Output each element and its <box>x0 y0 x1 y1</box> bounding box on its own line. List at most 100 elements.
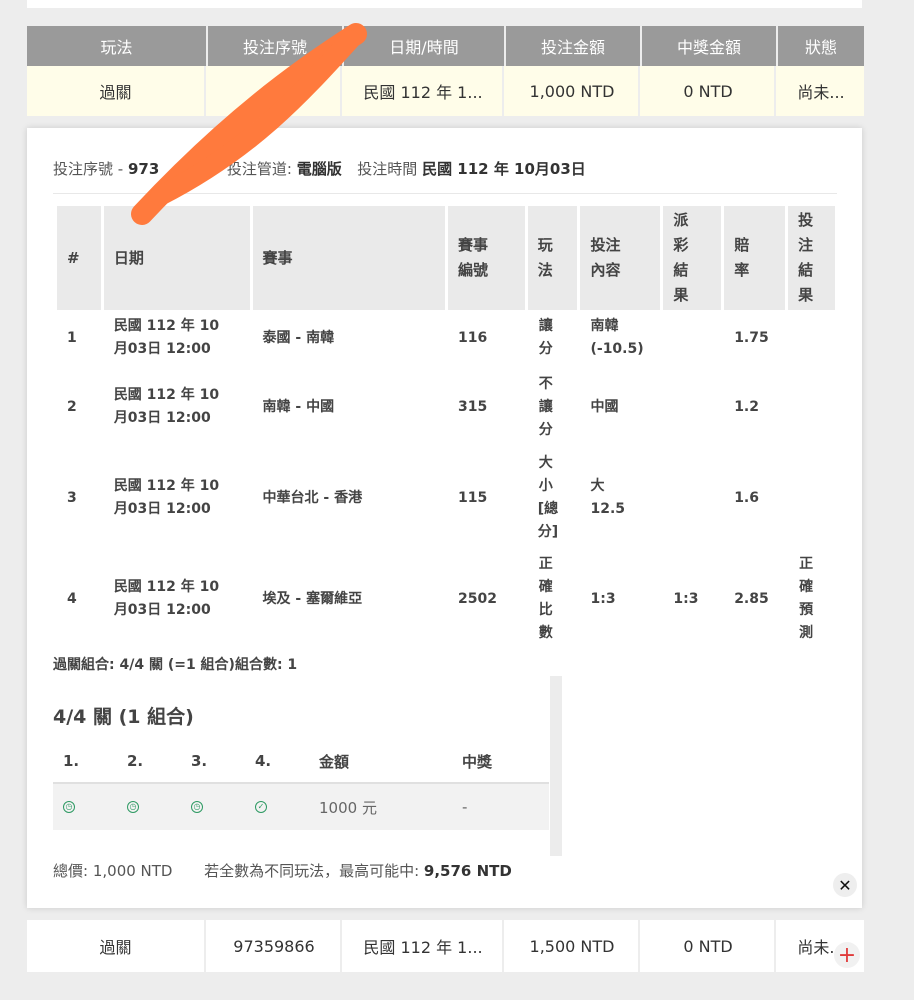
header-status: 狀態 <box>778 26 864 66</box>
leg-result <box>788 366 835 448</box>
bet-prize: 0 NTD <box>642 920 776 972</box>
combo-header-prize: 中獎 <box>462 752 493 771</box>
channel-label: 投注管道: <box>226 160 292 178</box>
leg-settle <box>663 448 721 548</box>
header-serial: 投注序號 <box>208 26 342 66</box>
leg-row: 2 民國 112 年 10月03日 12:00 南韓 - 中國 315 不讓分 … <box>57 366 835 448</box>
leg-header-pick: 投注內容 <box>580 206 661 310</box>
header-amount: 投注金額 <box>506 26 640 66</box>
leg-odds: 2.85 <box>734 590 769 607</box>
header-prize: 中獎金額 <box>642 26 776 66</box>
legs-header-row: # 日期 賽事 賽事編號 玩法 投注內容 派彩結果 賠率 投注結果 <box>57 206 835 310</box>
combo-header-leg-4: 4. <box>255 752 272 770</box>
combo-amount: 1000 元 <box>319 798 377 817</box>
leg-settle <box>663 310 721 366</box>
divider <box>53 193 837 194</box>
leg-row: 1 民國 112 年 10月03日 12:00 泰國 - 南韓 116 讓分 南… <box>57 310 835 366</box>
pending-icon: ◷ <box>63 801 75 813</box>
leg-header-no: # <box>57 206 101 310</box>
bet-type: 過關 <box>27 66 206 116</box>
leg-code: 115 <box>458 489 488 506</box>
leg-header-odds: 賠率 <box>724 206 786 310</box>
bet-status: 尚未... <box>778 66 864 116</box>
max-value: 9,576 NTD <box>423 862 512 880</box>
combo-summary: 過關組合: 4/4 關 (=1 組合)組合數: 1 <box>53 657 298 673</box>
leg-date: 民國 112 年 10月03日 12:00 <box>113 387 220 426</box>
bet-type: 過關 <box>27 920 206 972</box>
combo-header-amount: 金額 <box>319 752 350 771</box>
totals-line: 總價: 1,000 NTD 若全數為不同玩法，最高可能中: 9,576 NTD <box>53 860 512 881</box>
total-label: 總價: <box>53 862 89 880</box>
leg-result: 正確預測 <box>799 556 814 641</box>
leg-header-settle: 派彩結果 <box>663 206 722 310</box>
scrollbar[interactable] <box>550 676 562 856</box>
serial-value: 973 <box>127 160 160 178</box>
combo-header-leg-3: 3. <box>191 752 208 770</box>
leg-result <box>788 448 835 548</box>
leg-header-match: 賽事 <box>252 206 446 310</box>
leg-match: 埃及 - 塞爾維亞 <box>262 590 363 607</box>
leg-odds: 1.6 <box>734 489 759 506</box>
header-datetime: 日期/時間 <box>344 26 504 66</box>
expand-plus-icon[interactable]: + <box>834 942 860 968</box>
bet-serial: 97359866 <box>208 920 342 972</box>
max-label: 若全數為不同玩法，最高可能中: <box>204 862 420 880</box>
leg-no: 3 <box>67 489 77 506</box>
leg-header-code: 賽事編號 <box>448 206 525 310</box>
leg-pick: 大 12.5 <box>590 478 626 517</box>
leg-settle: 1:3 <box>673 590 699 607</box>
header-play-type: 玩法 <box>27 26 206 66</box>
bet-prize: 0 NTD <box>642 66 776 116</box>
leg-pick: 南韓 (-10.5) <box>590 318 644 357</box>
leg-no: 2 <box>67 398 77 415</box>
bet-amount: 1,000 NTD <box>506 66 640 116</box>
time-label: 投注時間 <box>357 160 418 178</box>
bet-serial: 9 0 <box>208 66 342 116</box>
combo-header-row: 1. 2. 3. 4. 金額 中獎 <box>53 740 549 784</box>
bet-info-line: 投注序號 - 973 投注管道: 電腦版 投注時間 民國 112 年 10月03… <box>53 158 586 179</box>
leg-match: 南韓 - 中國 <box>262 398 335 415</box>
leg-pick: 中國 <box>590 398 619 415</box>
leg-no: 1 <box>67 329 77 346</box>
leg-result <box>788 310 835 366</box>
leg-play: 正確比數 <box>538 556 553 641</box>
combo-header-leg-2: 2. <box>127 752 144 770</box>
channel-value: 電腦版 <box>296 160 342 178</box>
serial-label: 投注序號 - <box>53 160 124 178</box>
leg-play: 大小[總分] <box>537 455 559 540</box>
close-icon[interactable]: ✕ <box>833 873 857 897</box>
leg-date: 民國 112 年 10月03日 12:00 <box>113 579 220 618</box>
leg-row: 4 民國 112 年 10月03日 12:00 埃及 - 塞爾維亞 2502 正… <box>57 548 835 650</box>
leg-date: 民國 112 年 10月03日 12:00 <box>113 478 220 517</box>
combo-table: 1. 2. 3. 4. 金額 中獎 ◷ ◷ ◷ ✓ 1000 元 - <box>53 740 549 830</box>
bet-row-expanded[interactable]: 過關 9 0 民國 112 年 1... 1,000 NTD 0 NTD 尚未.… <box>27 66 864 116</box>
leg-row: 3 民國 112 年 10月03日 12:00 中華台北 - 香港 115 大小… <box>57 448 835 548</box>
leg-match: 中華台北 - 香港 <box>262 489 363 506</box>
bet-datetime: 民國 112 年 1... <box>344 920 504 972</box>
bet-detail-panel: 投注序號 - 973 投注管道: 電腦版 投注時間 民國 112 年 10月03… <box>27 128 862 908</box>
combo-prize: - <box>462 798 468 816</box>
leg-play: 讓分 <box>538 318 553 357</box>
time-value: 民國 112 年 10月03日 <box>422 160 586 178</box>
combo-row: ◷ ◷ ◷ ✓ 1000 元 - <box>53 784 549 830</box>
leg-header-result: 投注結果 <box>788 206 835 310</box>
leg-code: 315 <box>458 398 488 415</box>
leg-code: 116 <box>458 329 488 346</box>
leg-settle <box>663 366 721 448</box>
total-value: 1,000 NTD <box>92 862 173 880</box>
bet-amount: 1,500 NTD <box>506 920 640 972</box>
leg-odds: 1.75 <box>734 329 769 346</box>
leg-pick: 1:3 <box>590 590 616 607</box>
leg-odds: 1.2 <box>734 398 759 415</box>
leg-play: 不讓分 <box>538 375 553 438</box>
previous-row-edge <box>27 0 862 8</box>
leg-match: 泰國 - 南韓 <box>262 329 335 346</box>
legs-table: # 日期 賽事 賽事編號 玩法 投注內容 派彩結果 賠率 投注結果 1 民國 1… <box>54 206 838 650</box>
bets-table-header: 玩法 投注序號 日期/時間 投注金額 中獎金額 狀態 <box>27 26 864 66</box>
combo-title: 4/4 關 (1 組合) <box>53 706 194 728</box>
leg-date: 民國 112 年 10月03日 12:00 <box>113 318 220 357</box>
leg-header-date: 日期 <box>103 206 250 310</box>
leg-header-play: 玩法 <box>527 206 578 310</box>
bet-row[interactable]: 過關 97359866 民國 112 年 1... 1,500 NTD 0 NT… <box>27 920 864 972</box>
bet-datetime: 民國 112 年 1... <box>344 66 504 116</box>
